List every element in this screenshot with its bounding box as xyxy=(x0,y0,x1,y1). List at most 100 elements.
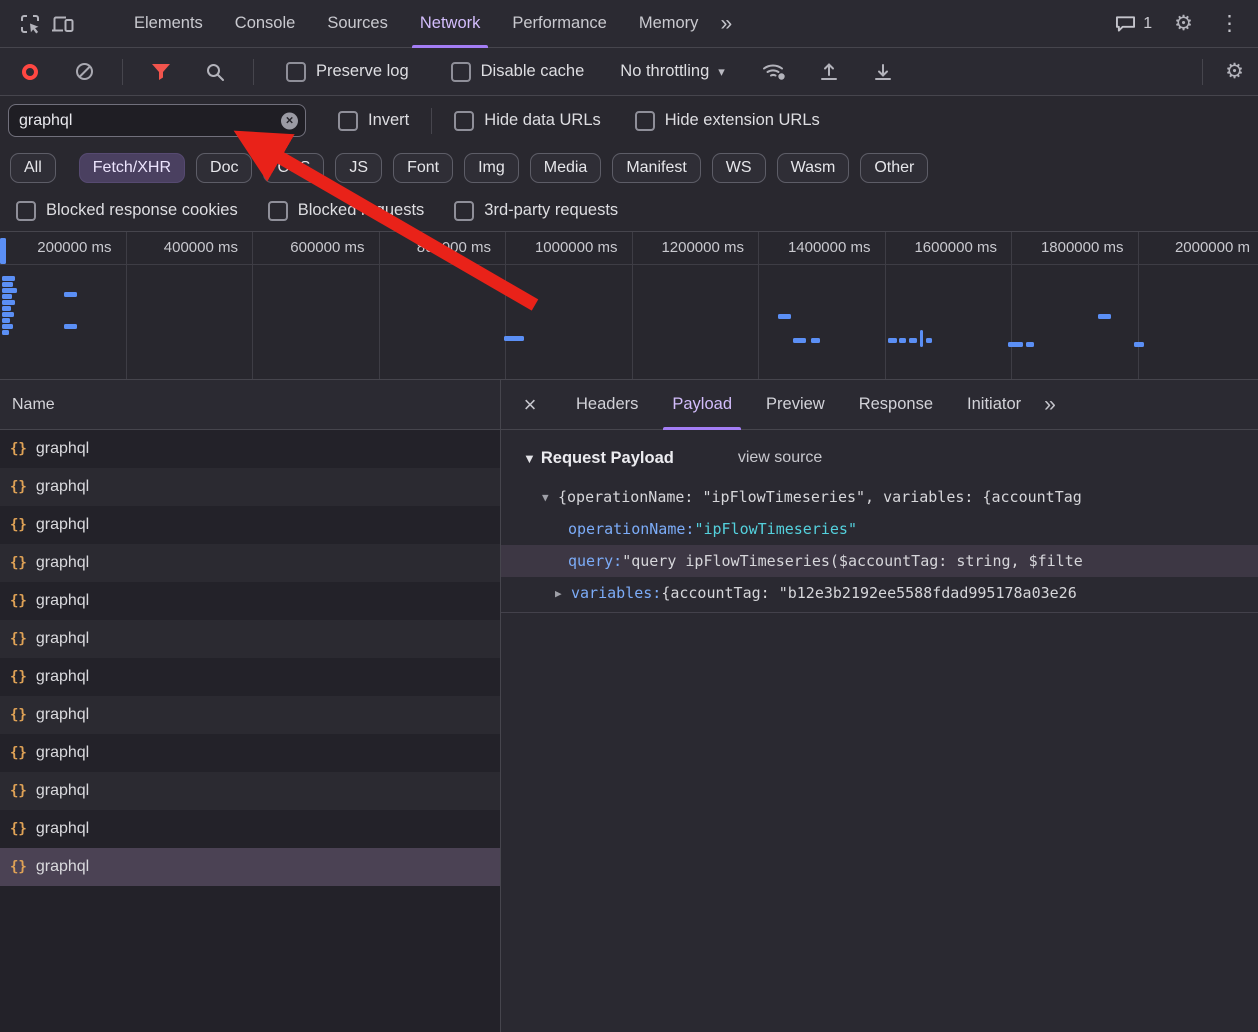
preserve-log-checkbox[interactable]: Preserve log xyxy=(286,62,409,82)
invert-checkbox[interactable]: Invert xyxy=(338,111,409,131)
timeline-activity-mark xyxy=(504,336,524,341)
detail-tab-preview[interactable]: Preview xyxy=(749,380,842,430)
type-filter-css[interactable]: CSS xyxy=(263,153,324,183)
tab-sources[interactable]: Sources xyxy=(311,0,404,48)
disable-cache-label: Disable cache xyxy=(481,62,585,81)
json-braces-icon: {} xyxy=(10,859,27,875)
request-row[interactable]: {}graphql xyxy=(0,734,500,772)
checkbox-label: 3rd-party requests xyxy=(484,201,618,220)
type-filter-js[interactable]: JS xyxy=(335,153,382,183)
detail-tab-initiator[interactable]: Initiator xyxy=(950,380,1038,430)
checkbox-box xyxy=(454,111,474,131)
hide-data-urls-label: Hide data URLs xyxy=(484,111,600,130)
export-har-button[interactable] xyxy=(867,56,899,88)
upload-icon xyxy=(819,62,839,82)
checkbox-3rd-party-requests[interactable]: 3rd-party requests xyxy=(454,201,618,221)
request-row[interactable]: {}graphql xyxy=(0,620,500,658)
request-name: graphql xyxy=(36,668,89,686)
filter-input[interactable] xyxy=(8,104,306,137)
detail-tab-response[interactable]: Response xyxy=(842,380,950,430)
clear-network-log-button[interactable] xyxy=(68,56,100,88)
request-row[interactable]: {}graphql xyxy=(0,772,500,810)
detail-tab-headers[interactable]: Headers xyxy=(559,380,655,430)
tab-elements[interactable]: Elements xyxy=(118,0,219,48)
record-network-log-button[interactable] xyxy=(14,56,46,88)
checkbox-blocked-requests[interactable]: Blocked requests xyxy=(268,201,425,221)
import-har-button[interactable] xyxy=(813,56,845,88)
network-overview-timeline[interactable]: 200000 ms400000 ms600000 ms800000 ms1000… xyxy=(0,232,1258,380)
request-row[interactable]: {}graphql xyxy=(0,696,500,734)
clear-icon xyxy=(76,63,93,80)
checkbox-box xyxy=(635,111,655,131)
type-filter-media[interactable]: Media xyxy=(530,153,602,183)
request-row[interactable]: {}graphql xyxy=(0,544,500,582)
throttling-value: No throttling xyxy=(620,62,709,81)
request-row[interactable]: {}graphql xyxy=(0,658,500,696)
view-source-link[interactable]: view source xyxy=(738,449,822,467)
name-column-header[interactable]: Name xyxy=(0,380,500,430)
checkbox-box xyxy=(268,201,288,221)
checkbox-box xyxy=(451,62,471,82)
request-row[interactable]: {}graphql xyxy=(0,810,500,848)
timeline-activity-mark xyxy=(1008,342,1023,347)
kebab-menu-icon[interactable]: ⋮ xyxy=(1215,11,1244,36)
settings-gear-icon[interactable]: ⚙ xyxy=(1174,13,1193,34)
request-row[interactable]: {}graphql xyxy=(0,506,500,544)
type-filter-other[interactable]: Other xyxy=(860,153,928,183)
tree-expander-icon[interactable]: ▼ xyxy=(542,491,558,504)
timeline-activity-mark xyxy=(1098,314,1111,319)
hide-extension-urls-checkbox[interactable]: Hide extension URLs xyxy=(635,111,820,131)
payload-row[interactable]: query: "query ipFlowTimeseries($accountT… xyxy=(501,545,1258,577)
payload-row[interactable]: operationName: "ipFlowTimeseries" xyxy=(501,513,1258,545)
type-filter-font[interactable]: Font xyxy=(393,153,453,183)
issues-button[interactable]: 1 xyxy=(1115,14,1152,33)
timeline-activity-mark xyxy=(2,306,11,311)
hide-data-urls-checkbox[interactable]: Hide data URLs xyxy=(454,111,600,131)
type-filter-fetch-xhr[interactable]: Fetch/XHR xyxy=(79,153,185,183)
more-detail-tabs-chevron-icon[interactable]: » xyxy=(1044,393,1056,417)
network-settings-gear-icon[interactable]: ⚙ xyxy=(1225,61,1244,82)
devtools-tab-bar: ElementsConsoleSourcesNetworkPerformance… xyxy=(0,0,1258,48)
clear-filter-icon[interactable]: × xyxy=(281,112,298,129)
throttling-select[interactable]: No throttling ▾ xyxy=(620,62,725,81)
tab-network[interactable]: Network xyxy=(404,0,497,48)
tab-console[interactable]: Console xyxy=(219,0,312,48)
json-braces-icon: {} xyxy=(10,707,27,723)
tab-performance[interactable]: Performance xyxy=(496,0,622,48)
inspect-element-icon[interactable] xyxy=(14,8,46,40)
request-name: graphql xyxy=(36,782,89,800)
device-toolbar-icon[interactable] xyxy=(46,8,78,40)
extra-filters-row: Blocked response cookies Blocked requests… xyxy=(0,190,1258,232)
type-filter-all[interactable]: All xyxy=(10,153,56,183)
timeline-activity-mark xyxy=(2,324,13,329)
type-filter-doc[interactable]: Doc xyxy=(196,153,252,183)
network-conditions-button[interactable] xyxy=(759,56,791,88)
filter-toggle-button[interactable] xyxy=(145,56,177,88)
json-braces-icon: {} xyxy=(10,517,27,533)
more-panels-chevron-icon[interactable]: » xyxy=(720,12,732,36)
section-expander-icon[interactable]: ▼ xyxy=(523,451,536,466)
checkbox-box xyxy=(16,201,36,221)
checkbox-blocked-response-cookies[interactable]: Blocked response cookies xyxy=(16,201,238,221)
request-row[interactable]: {}graphql xyxy=(0,848,500,886)
type-filter-img[interactable]: Img xyxy=(464,153,519,183)
type-filter-ws[interactable]: WS xyxy=(712,153,766,183)
request-row[interactable]: {}graphql xyxy=(0,582,500,620)
disable-cache-checkbox[interactable]: Disable cache xyxy=(451,62,585,82)
payload-section-header[interactable]: ▼ Request Payload view source xyxy=(501,443,1258,473)
close-details-icon[interactable]: × xyxy=(501,392,559,418)
type-filter-wasm[interactable]: Wasm xyxy=(777,153,850,183)
detail-tab-payload[interactable]: Payload xyxy=(655,380,749,430)
checkbox-label: Blocked requests xyxy=(298,201,425,220)
request-row[interactable]: {}graphql xyxy=(0,430,500,468)
payload-panel: ▼ Request Payload view source ▼{operatio… xyxy=(501,430,1258,1032)
payload-section-title: Request Payload xyxy=(541,449,674,468)
tab-memory[interactable]: Memory xyxy=(623,0,715,48)
request-row[interactable]: {}graphql xyxy=(0,468,500,506)
payload-row[interactable]: ▼{operationName: "ipFlowTimeseries", var… xyxy=(501,481,1258,513)
timeline-activity-mark xyxy=(2,330,9,335)
search-button[interactable] xyxy=(199,56,231,88)
tree-expander-icon[interactable]: ▶ xyxy=(555,587,571,600)
payload-row[interactable]: ▶variables: {accountTag: "b12e3b2192ee55… xyxy=(501,577,1258,609)
type-filter-manifest[interactable]: Manifest xyxy=(612,153,700,183)
